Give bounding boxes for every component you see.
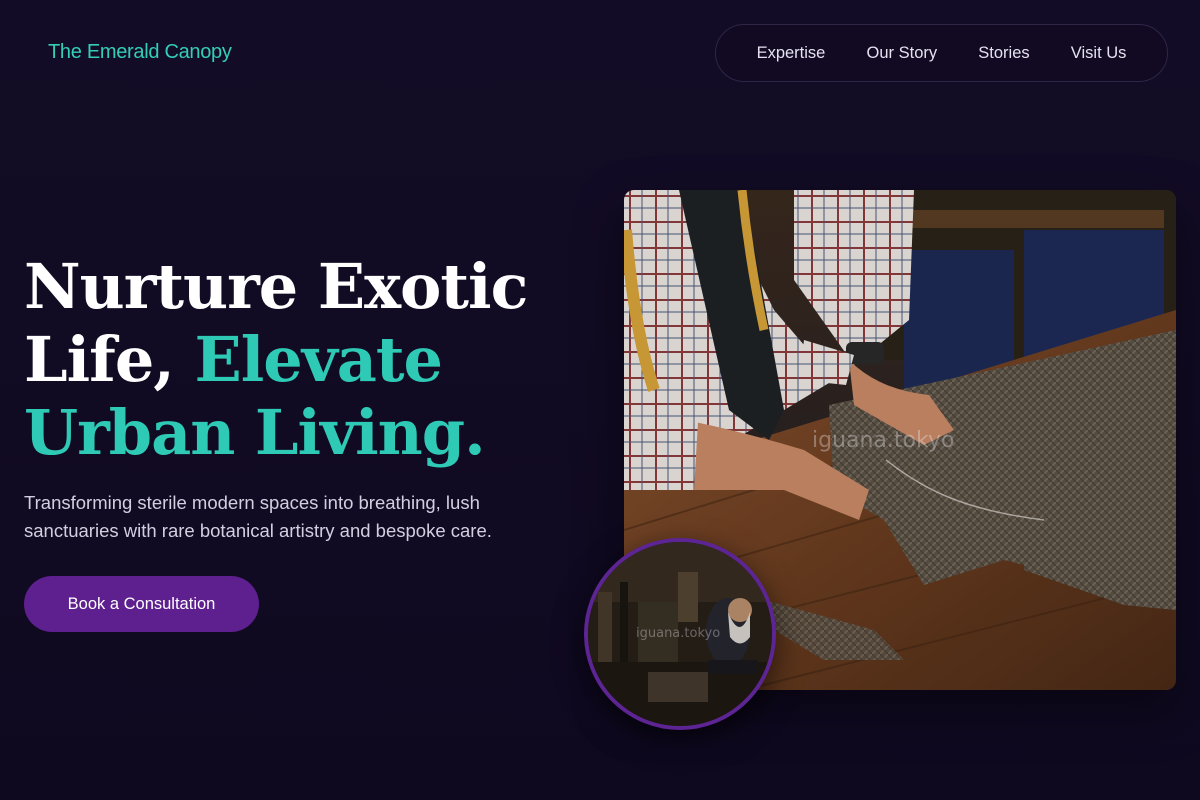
headline-line-1: Nurture Exotic <box>24 250 528 323</box>
hero-subtitle: Transforming sterile modern spaces into … <box>24 492 492 541</box>
nav-link-stories[interactable]: Stories <box>978 44 1029 63</box>
inset-photo-craftsman: iguana.tokyo <box>584 538 776 730</box>
main-nav: Expertise Our Story Stories Visit Us <box>715 24 1168 82</box>
nav-link-visit-us[interactable]: Visit Us <box>1071 44 1127 63</box>
page: The Emerald Canopy Expertise Our Story S… <box>0 0 1200 800</box>
headline-line-2-plain: Life, <box>24 323 195 396</box>
inset-watermark: iguana.tokyo <box>636 626 721 641</box>
photo-watermark: iguana.tokyo <box>812 428 955 453</box>
book-consultation-button[interactable]: Book a Consultation <box>24 576 259 632</box>
hero-headline: Nurture Exotic Life, Elevate Urban Livin… <box>24 250 584 469</box>
nav-link-our-story[interactable]: Our Story <box>867 44 938 63</box>
nav-link-expertise[interactable]: Expertise <box>757 44 826 63</box>
brand-logo[interactable]: The Emerald Canopy <box>48 41 232 64</box>
headline-accent-elevate: Elevate <box>194 323 443 396</box>
headline-accent-urban-living: Urban Living. <box>24 396 486 469</box>
